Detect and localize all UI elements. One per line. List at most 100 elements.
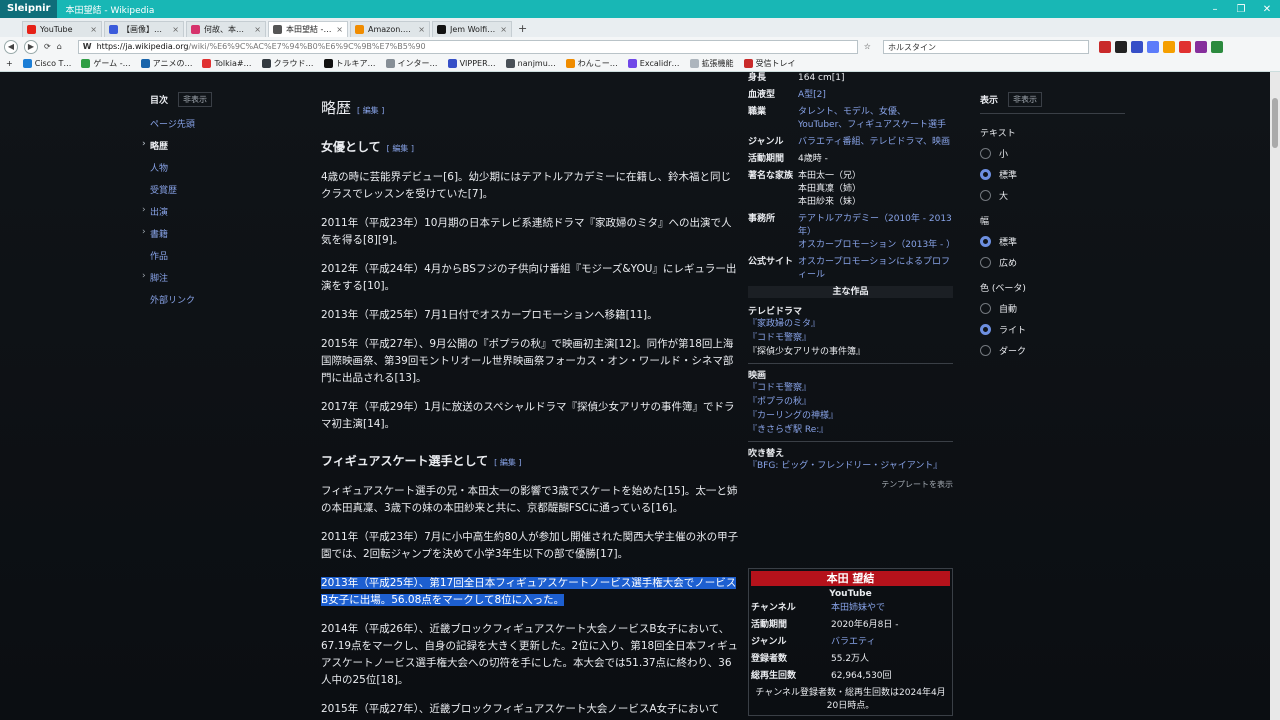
toc-item[interactable]: ページ先頭 — [150, 117, 300, 130]
work-link[interactable]: 『カーリングの神様』 — [748, 409, 953, 423]
toc-item[interactable]: › 脚注 — [142, 271, 300, 284]
work-link[interactable]: 『探偵少女アリサの事件簿』 — [748, 345, 953, 359]
edit-link[interactable]: [ 編集 ] — [387, 144, 414, 153]
scrollbar[interactable] — [1270, 72, 1280, 720]
tab-image[interactable]: 【画像】本田望っ… × — [104, 21, 184, 37]
bookmark-item[interactable]: VIPPER… — [447, 59, 496, 68]
toc-item-current[interactable]: › 略歴 — [142, 139, 300, 152]
paragraph: 2013年（平成25年）7月1日付でオスカープロモーションへ移籍[11]。 — [321, 309, 658, 321]
close-icon[interactable]: × — [336, 25, 343, 34]
width-standard[interactable]: 標準 — [980, 235, 1125, 248]
toc-title: 目次 — [150, 96, 169, 106]
edit-link[interactable]: [ 編集 ] — [357, 106, 384, 115]
search-input[interactable]: ホルスタイン — [882, 39, 1089, 54]
back-icon[interactable]: ◀ — [4, 39, 18, 54]
bookmark-item[interactable]: インター… — [385, 58, 438, 69]
work-link[interactable]: 『家政婦のミタ』 — [748, 317, 953, 331]
text-size-small[interactable]: 小 — [980, 147, 1125, 160]
chevron-right-icon[interactable]: › — [142, 139, 146, 149]
infobox-row: チャンネル 本田姉妹やで — [751, 602, 950, 615]
chevron-right-icon[interactable]: › — [142, 271, 146, 281]
work-link[interactable]: 『ポプラの秋』 — [748, 395, 953, 409]
paragraph: 2012年（平成24年）4月からBSフジの子供向け番組『モジーズ&YOU』にレギ… — [321, 263, 737, 292]
text-selection: 2013年（平成25年）、第17回全日本フィギュアスケートノービス選手権大会でノ… — [321, 577, 737, 606]
tab-youtube[interactable]: YouTube × — [22, 21, 102, 37]
site-icon — [627, 59, 637, 68]
color-light[interactable]: ライト — [980, 323, 1125, 336]
amazon-icon[interactable] — [1162, 40, 1175, 53]
bookmark-item[interactable]: Cisco T… — [22, 59, 71, 68]
tab-amazon[interactable]: Amazon.co.jp：…× — [350, 21, 430, 37]
tab-why[interactable]: 何故、本田望結… × — [186, 21, 266, 37]
work-link[interactable]: 『コドモ警察』 — [748, 331, 953, 345]
bookmark-item[interactable]: 拡張機能 — [689, 58, 734, 69]
tab-wikipedia[interactable]: 本田望結 - Wiki… × — [268, 21, 348, 37]
bookmark-item[interactable]: Excalidr… — [627, 59, 680, 68]
address-bar[interactable]: W https://ja.wikipedia.org/wiki/%E6%9C%A… — [77, 39, 858, 54]
close-button[interactable]: ✕ — [1254, 4, 1280, 15]
show-template-link[interactable]: テンプレートを表示 — [748, 479, 953, 490]
bookmark-item[interactable]: ゲーム -… — [81, 58, 131, 69]
close-icon[interactable]: × — [418, 25, 425, 34]
extension-icon[interactable] — [1130, 40, 1143, 53]
app-logo[interactable]: Sleipnir — [0, 0, 58, 18]
toc-item[interactable]: 受賞歴 — [150, 183, 300, 196]
channel-link[interactable]: 本田姉妹やで — [831, 602, 950, 615]
minimize-button[interactable]: – — [1202, 4, 1228, 15]
official-site-link[interactable]: オスカープロモーションによるプロフィール — [798, 256, 953, 282]
extension-icon[interactable] — [1146, 40, 1159, 53]
new-tab-button[interactable]: + — [518, 22, 527, 37]
bookmark-item[interactable]: nanjmu… — [505, 59, 556, 68]
close-icon[interactable]: × — [172, 25, 179, 34]
work-link[interactable]: 『きさらぎ駅 Re:』 — [748, 423, 953, 437]
close-icon[interactable]: × — [254, 25, 261, 34]
text-size-standard[interactable]: 標準 — [980, 168, 1125, 181]
add-bookmark-icon[interactable]: + — [6, 59, 13, 68]
star-icon[interactable]: ☆ — [864, 42, 871, 51]
text-size-large[interactable]: 大 — [980, 189, 1125, 202]
color-auto[interactable]: 自動 — [980, 302, 1125, 315]
extension-icon[interactable] — [1210, 40, 1223, 53]
extension-icon[interactable] — [1194, 40, 1207, 53]
bookmark-item[interactable]: Tolkia#… — [202, 59, 252, 68]
bookmark-item[interactable]: 受信トレイ — [743, 58, 796, 69]
toc-item[interactable]: › 出演 — [142, 205, 300, 218]
toc-item[interactable]: 人物 — [150, 161, 300, 174]
site-icon — [140, 59, 150, 68]
toc-item[interactable]: › 書籍 — [142, 227, 300, 240]
bookmarks-bar: + Cisco T… ゲーム -… アニメの… Tolkia#… クラウド… ト… — [0, 56, 1280, 72]
bookmark-item[interactable]: わんこー… — [565, 58, 618, 69]
work-link[interactable]: 『BFG: ビッグ・フレンドリー・ジャイアント』 — [748, 459, 953, 473]
home-icon[interactable]: ⌂ — [57, 42, 62, 51]
site-icon — [261, 59, 271, 68]
close-icon[interactable]: × — [500, 25, 507, 34]
forward-icon[interactable]: ▶ — [24, 39, 38, 54]
divider — [748, 441, 953, 442]
chevron-right-icon[interactable]: › — [142, 227, 146, 237]
extension-icon[interactable] — [1178, 40, 1191, 53]
width-wide[interactable]: 広め — [980, 256, 1125, 269]
reload-icon[interactable]: ⟳ — [44, 42, 51, 51]
bookmark-item[interactable]: アニメの… — [140, 58, 192, 69]
toc-hide-button[interactable]: 非表示 — [178, 92, 213, 107]
edit-link[interactable]: [ 編集 ] — [494, 458, 521, 467]
infobox-row: 職業 タレント、モデル、女優、YouTuber、フィギュアスケート選手 — [748, 107, 946, 130]
work-link[interactable]: 『コドモ警察』 — [748, 381, 953, 395]
youtube-box-title: 本田 望結 — [751, 571, 950, 586]
scrollbar-thumb[interactable] — [1272, 98, 1278, 148]
youtube-icon[interactable] — [1098, 40, 1111, 53]
close-icon[interactable]: × — [90, 25, 97, 34]
chevron-right-icon[interactable]: › — [142, 205, 146, 215]
tab-x[interactable]: Jem Wolfie（@l… × — [432, 21, 512, 37]
bookmark-item[interactable]: トルキア… — [323, 58, 376, 69]
site-icon — [22, 59, 32, 68]
toc-item[interactable]: 外部リンク — [150, 293, 300, 306]
x-icon[interactable] — [1114, 40, 1127, 53]
color-dark[interactable]: ダーク — [980, 344, 1125, 357]
settings-hide-button[interactable]: 非表示 — [1008, 92, 1043, 107]
paragraph: 2015年（平成27年）、近畿ブロックフィギュアスケート大会ノービスA女子におい… — [321, 703, 720, 715]
bookmark-item[interactable]: クラウド… — [261, 58, 314, 69]
toc-item[interactable]: 作品 — [150, 249, 300, 262]
maximize-button[interactable]: ❐ — [1228, 4, 1254, 15]
wikipedia-icon: W — [82, 42, 92, 51]
